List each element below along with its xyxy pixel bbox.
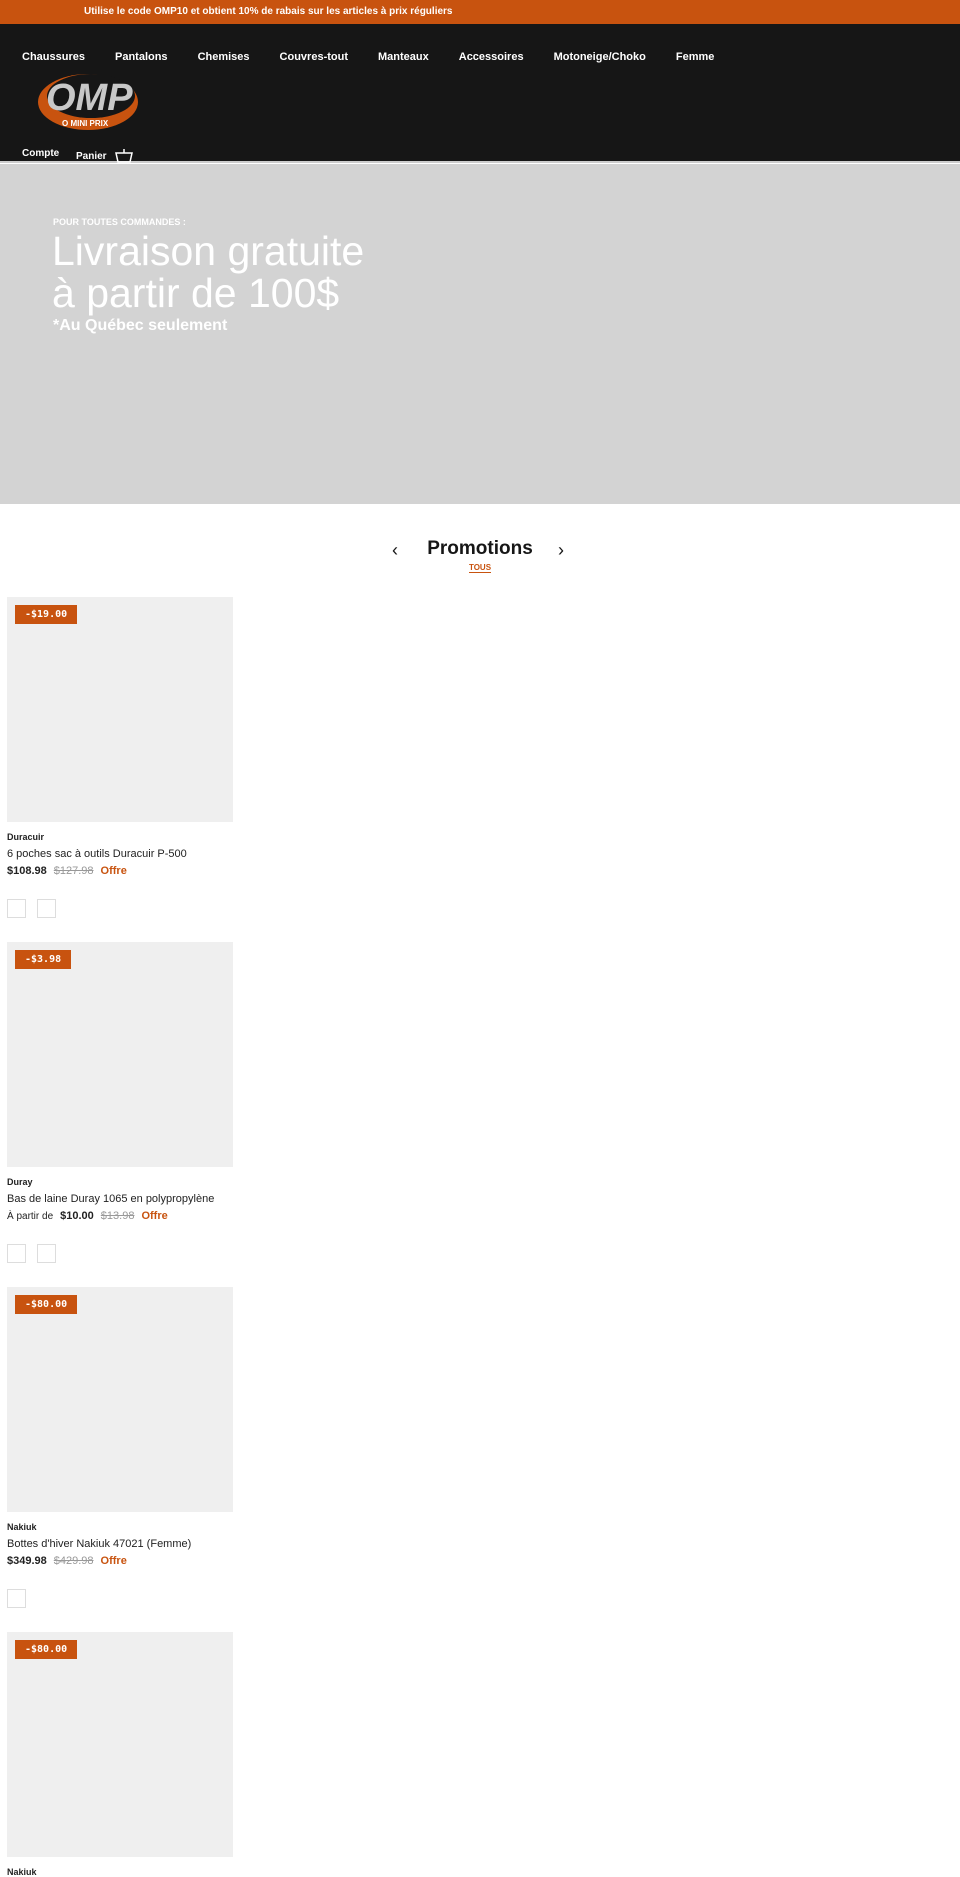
product-card[interactable]: -$19.00 Duracuir 6 poches sac à outils Du… [7, 597, 233, 918]
nav-item[interactable]: Chaussures [22, 51, 85, 63]
nav-item[interactable]: Accessoires [459, 51, 524, 63]
original-price: $13.98 [100, 1210, 135, 1222]
product-card[interactable]: -$3.98 Duray Bas de laine Duray 1065 en p… [7, 942, 233, 1263]
hero-title-line1: Livraison gratuite [52, 228, 365, 274]
price-from: À partir de [7, 1211, 54, 1222]
swatch[interactable] [7, 1589, 26, 1608]
product-brand: Duray [7, 1177, 33, 1187]
nav-item[interactable]: Motoneige/Choko [554, 51, 646, 63]
product-title[interactable]: Bottes d'hiver Nakiuk 47021 (Femme) [7, 1538, 233, 1550]
discount-badge: -$80.00 [15, 1295, 78, 1314]
svg-text:OMP: OMP [46, 77, 133, 119]
view-all-link[interactable]: TOUS [468, 563, 492, 573]
swatch[interactable] [37, 899, 56, 918]
site-header: Chaussures Pantalons Chemises Couvres-tout M… [0, 24, 960, 163]
main-nav: Chaussures Pantalons Chemises Couvres-tout M… [22, 51, 714, 63]
product-image[interactable]: -$80.00 [7, 1287, 233, 1512]
logo[interactable]: OMP O MINI PRIX [36, 68, 142, 137]
discount-badge: -$80.00 [15, 1640, 78, 1659]
original-price: $127.98 [53, 865, 94, 877]
discount-badge: -$19.00 [15, 605, 78, 624]
hero-subtitle: *Au Québec seulement [53, 317, 228, 334]
swatch[interactable] [7, 899, 26, 918]
nav-item[interactable]: Femme [676, 51, 715, 63]
hero-banner[interactable]: POUR TOUTES COMMANDES : Livraison gratui… [0, 164, 960, 504]
product-image[interactable]: -$19.00 [7, 597, 233, 822]
basket-icon [114, 149, 133, 163]
nav-item[interactable]: Chemises [198, 51, 250, 63]
product-image[interactable]: -$3.98 [7, 942, 233, 1167]
nav-item[interactable]: Pantalons [115, 51, 168, 63]
product-price: $108.98 $127.98 Offre [7, 865, 233, 877]
product-price: $349.98 $429.98 Offre [7, 1555, 233, 1567]
cart-link[interactable]: Panier [76, 149, 133, 163]
sale-price: $108.98 [7, 865, 47, 877]
account-link[interactable]: Compte [22, 148, 59, 159]
offer-label: Offre [141, 1210, 168, 1222]
sale-price: $349.98 [7, 1555, 47, 1567]
promo-bar: Utilise le code OMP10 et obtient 10% de … [0, 0, 960, 24]
offer-label: Offre [100, 1555, 127, 1567]
sale-price: $10.00 [60, 1210, 94, 1222]
product-image[interactable]: -$80.00 [7, 1632, 233, 1857]
product-card[interactable]: -$80.00 Nakiuk [7, 1632, 233, 1877]
svg-text:O MINI PRIX: O MINI PRIX [62, 119, 109, 128]
swatch[interactable] [37, 1244, 56, 1263]
product-brand: Nakiuk [7, 1522, 37, 1532]
swatch[interactable] [7, 1244, 26, 1263]
nav-item[interactable]: Couvres-tout [280, 51, 348, 63]
cart-label: Panier [76, 150, 107, 162]
product-card[interactable]: -$80.00 Nakiuk Bottes d'hiver Nakiuk 4702… [7, 1287, 233, 1608]
product-title[interactable]: 6 poches sac à outils Duracuir P-500 [7, 848, 233, 860]
original-price: $429.98 [53, 1555, 94, 1567]
product-price: À partir de $10.00 $13.98 Offre [7, 1210, 233, 1222]
product-title[interactable]: Bas de laine Duray 1065 en polypropylène [7, 1193, 233, 1205]
color-swatches [7, 1589, 233, 1608]
hero-title-line2: à partir de 100$ [52, 270, 340, 316]
color-swatches [7, 1244, 233, 1263]
hero-pretitle: POUR TOUTES COMMANDES : [53, 217, 186, 227]
hero-title: Livraison gratuite à partir de 100$ [52, 230, 364, 314]
offer-label: Offre [100, 865, 127, 877]
discount-badge: -$3.98 [15, 950, 72, 969]
color-swatches [7, 899, 233, 918]
product-brand: Nakiuk [7, 1867, 37, 1877]
product-brand: Duracuir [7, 832, 45, 842]
nav-item[interactable]: Manteaux [378, 51, 429, 63]
